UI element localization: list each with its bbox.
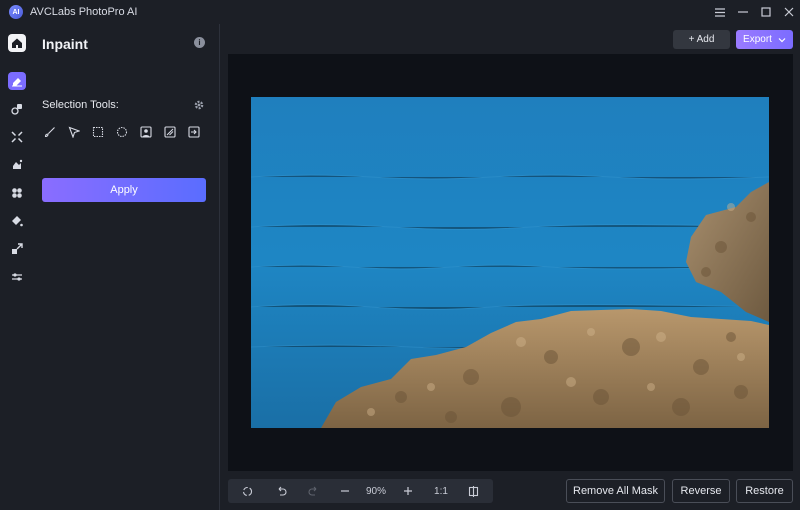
colorize-icon[interactable]: [8, 212, 26, 230]
replace-sky-icon[interactable]: [8, 156, 26, 174]
home-icon[interactable]: [8, 34, 26, 52]
restore-button[interactable]: Restore: [736, 479, 793, 503]
apply-button[interactable]: Apply: [42, 178, 206, 202]
zoom-out-icon[interactable]: [336, 479, 354, 503]
adjust-icon[interactable]: [8, 268, 26, 286]
left-rail: [0, 24, 34, 510]
rectangle-select-icon[interactable]: [90, 124, 106, 140]
remove-object-icon[interactable]: [8, 184, 26, 202]
info-icon[interactable]: i: [194, 37, 205, 48]
app-logo-icon: AI: [9, 5, 23, 19]
selection-tools-label: Selection Tools:: [42, 99, 119, 111]
brush-icon[interactable]: [42, 124, 58, 140]
retouch-icon[interactable]: [8, 100, 26, 118]
tool-panel: Inpaint i Selection Tools: Apply: [34, 24, 220, 510]
reverse-button[interactable]: Reverse: [672, 479, 730, 503]
selection-tools: [42, 124, 210, 140]
zoom-bar: 90% 1:1: [228, 479, 493, 503]
upscale-icon[interactable]: [8, 240, 26, 258]
zoom-in-icon[interactable]: [399, 479, 417, 503]
minimize-icon[interactable]: [731, 0, 754, 24]
ai-select-icon[interactable]: [162, 124, 178, 140]
redo-icon[interactable]: [304, 479, 322, 503]
reset-view-icon[interactable]: [238, 479, 256, 503]
export-label: Export: [743, 34, 772, 45]
actual-size-button[interactable]: 1:1: [431, 479, 451, 503]
gear-icon[interactable]: [193, 98, 205, 116]
compare-icon[interactable]: [464, 479, 482, 503]
export-button[interactable]: Export: [736, 30, 793, 49]
undo-icon[interactable]: [272, 479, 290, 503]
window-controls: [708, 0, 800, 24]
seascape-image: [251, 97, 769, 428]
maximize-icon[interactable]: [754, 0, 777, 24]
app-title: AVCLabs PhotoPro AI: [30, 6, 138, 18]
menu-icon[interactable]: [708, 0, 731, 24]
remove-all-mask-button[interactable]: Remove All Mask: [566, 479, 665, 503]
expand-icon[interactable]: [8, 128, 26, 146]
add-button[interactable]: + Add: [673, 30, 730, 49]
ellipse-select-icon[interactable]: [114, 124, 130, 140]
chevron-down-icon: [778, 37, 786, 42]
canvas-area[interactable]: [228, 54, 793, 471]
import-mask-icon[interactable]: [186, 124, 202, 140]
polygon-lasso-icon[interactable]: [66, 124, 82, 140]
inpaint-icon[interactable]: [8, 72, 26, 90]
zoom-level: 90%: [365, 485, 386, 497]
close-icon[interactable]: [777, 0, 800, 24]
photo-preview[interactable]: [251, 97, 769, 428]
panel-title: Inpaint: [42, 36, 88, 52]
portrait-select-icon[interactable]: [138, 124, 154, 140]
title-bar: AI AVCLabs PhotoPro AI: [0, 0, 800, 24]
